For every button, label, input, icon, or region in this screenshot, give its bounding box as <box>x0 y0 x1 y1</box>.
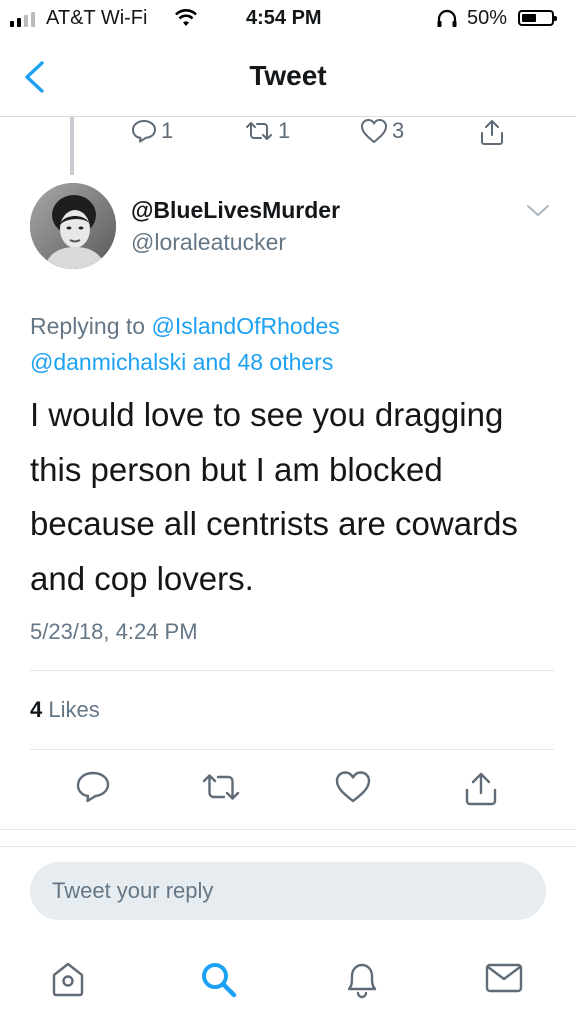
retweet-icon <box>202 774 240 800</box>
previous-share-button[interactable] <box>479 118 505 146</box>
heart-icon <box>335 771 371 803</box>
tab-notifications[interactable] <box>343 960 381 1005</box>
replying-prefix: Replying to <box>30 313 152 339</box>
reply-icon <box>132 120 156 143</box>
share-button[interactable] <box>463 770 499 811</box>
signal-strength-icon <box>10 12 35 27</box>
previous-reply-count: 1 <box>161 118 174 143</box>
battery-icon <box>518 10 557 26</box>
tweet-text: I would love to see you dragging this pe… <box>30 396 518 597</box>
tweet-timestamp: 5/23/18, 4:24 PM <box>30 619 198 644</box>
headphones-icon <box>436 9 458 35</box>
like-button[interactable] <box>334 770 372 809</box>
reply-mention-link[interactable]: @IslandOfRhodes <box>151 313 339 339</box>
divider <box>30 670 554 671</box>
divider <box>0 846 576 847</box>
avatar[interactable] <box>30 183 116 269</box>
messages-icon <box>485 963 523 993</box>
battery-percent: 50% <box>467 7 508 29</box>
page-title: Tweet <box>249 60 327 91</box>
heart-icon <box>361 119 387 143</box>
reply-icon <box>76 771 110 803</box>
share-icon <box>465 772 497 806</box>
reply-others-link[interactable]: @danmichalski and 48 others <box>30 349 333 375</box>
divider <box>0 829 576 830</box>
wifi-icon <box>174 8 198 34</box>
previous-retweet-button[interactable]: 1 <box>244 118 290 144</box>
replying-to: Replying to @IslandOfRhodes @danmichalsk… <box>30 308 340 380</box>
home-icon <box>52 962 84 997</box>
share-icon <box>481 120 503 145</box>
likes-count: 4 <box>30 697 43 722</box>
carrier-label: AT&T Wi-Fi <box>46 7 148 29</box>
divider <box>30 749 554 750</box>
retweet-button[interactable] <box>200 770 242 809</box>
likes-summary[interactable]: 4 Likes <box>30 697 100 723</box>
search-icon <box>202 963 237 998</box>
previous-reply-button[interactable]: 1 <box>131 118 173 144</box>
notifications-icon <box>347 963 377 999</box>
author-handle[interactable]: @loraleatucker <box>131 229 286 256</box>
nav-divider <box>0 116 576 117</box>
author-display-name[interactable]: @BlueLivesMurder <box>131 197 340 224</box>
tweet-options-button[interactable] <box>526 204 550 223</box>
retweet-icon <box>246 122 272 140</box>
likes-label: Likes <box>42 697 100 722</box>
chevron-down-icon <box>527 205 549 216</box>
tab-search[interactable] <box>199 960 239 1003</box>
tab-messages[interactable] <box>484 960 524 1001</box>
reply-box[interactable] <box>30 862 546 920</box>
thread-connector <box>70 117 74 175</box>
status-time: 4:54 PM <box>246 7 322 29</box>
reply-input[interactable] <box>30 862 546 920</box>
reply-button[interactable] <box>75 770 111 809</box>
previous-like-button[interactable]: 3 <box>360 118 404 144</box>
tab-home[interactable] <box>50 960 86 1003</box>
previous-like-count: 3 <box>392 118 405 143</box>
status-bar: AT&T Wi-Fi 4:54 PM 50% <box>0 0 576 40</box>
previous-retweet-count: 1 <box>278 118 291 143</box>
